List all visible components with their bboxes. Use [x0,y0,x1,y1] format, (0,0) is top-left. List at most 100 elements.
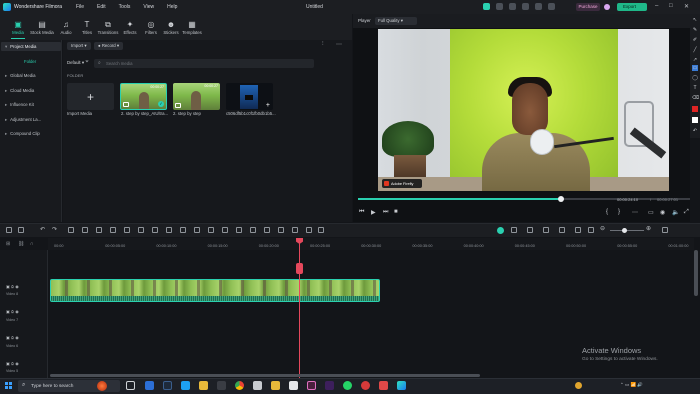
rectangle-icon[interactable]: ▭ [692,65,698,71]
track-controls[interactable]: ▣ ⛭ ◉ [6,335,19,340]
file-explorer-icon[interactable] [199,381,208,390]
notification-icon[interactable] [548,3,555,10]
list-icon[interactable] [559,227,565,233]
menu-file[interactable]: File [76,4,84,10]
add-to-timeline-icon[interactable]: + [266,102,270,109]
add-track-icon[interactable]: ⊞ [6,241,10,247]
tab-templates[interactable]: ▦ Templates [179,20,205,35]
more-tools-icon[interactable] [318,227,324,233]
arrow-icon[interactable]: ↗ [692,57,698,63]
tab-media[interactable]: ▣ Media [5,20,31,35]
filter-icon[interactable]: ⫶ [322,41,324,48]
whatsapp-icon[interactable] [343,381,352,390]
import-button[interactable]: Import ▾ [67,42,91,50]
fit-icon[interactable] [588,227,594,233]
ai-voice-icon[interactable] [575,227,581,233]
motion-icon[interactable] [222,227,228,233]
minimize-icon[interactable]: – [655,3,658,9]
playback-progress-bar[interactable] [358,196,690,202]
track-controls[interactable]: ▣ ⛭ ◉ [6,361,19,366]
settings-icon[interactable] [535,3,542,10]
close-icon[interactable]: ✕ [684,3,689,10]
playhead[interactable] [299,238,300,380]
menu-edit[interactable]: Edit [97,4,106,10]
track-controls[interactable]: ▣ ⛭ ◉ [6,284,19,289]
task-view-icon[interactable] [126,381,135,390]
edge-icon[interactable] [145,381,154,390]
play-icon[interactable]: ▶ [371,209,376,216]
track-controls[interactable]: ▣ ⛭ ◉ [6,309,19,314]
magnet-icon[interactable]: ∩ [30,241,34,247]
share-icon[interactable] [522,3,529,10]
pen-icon[interactable]: ✎ [692,27,698,33]
mark-in-icon[interactable]: { [606,209,608,215]
app-icon[interactable] [253,381,262,390]
taskbar-search-input[interactable]: ⌕ Type here to search [18,380,120,392]
volume-icon[interactable]: 🔈 [672,209,679,216]
sidebar-item-influence-kit[interactable]: ▸ Influence Kit [5,102,34,108]
app-icon[interactable] [325,381,334,390]
store-icon[interactable] [217,381,226,390]
adjust-icon[interactable] [292,227,298,233]
sidebar-item-adjustment-layer[interactable]: ▸ Adjustment La... [5,117,41,123]
text-tool-icon[interactable]: T [692,85,698,91]
grid-icon[interactable] [662,227,668,233]
mask-icon[interactable] [194,227,200,233]
video-clip[interactable] [50,279,380,302]
text-edit-icon[interactable] [110,227,116,233]
split-icon[interactable] [82,227,88,233]
undo-icon[interactable]: ↶ [692,128,698,134]
avatar[interactable] [604,4,610,10]
stop-icon[interactable]: ■ [394,209,398,215]
crop-icon[interactable] [96,227,102,233]
app-icon[interactable] [379,381,388,390]
gift-icon[interactable] [483,3,490,10]
export-button[interactable]: Export [617,3,647,11]
eraser-icon[interactable]: ⌫ [692,95,699,101]
delete-icon[interactable] [68,227,74,233]
stabilize-icon[interactable] [236,227,242,233]
progress-knob[interactable] [557,196,564,202]
sidebar-item-folder[interactable]: Folder [24,59,36,64]
mark-out-icon[interactable]: } [618,209,620,215]
color-red-swatch[interactable] [692,106,698,112]
previous-frame-icon[interactable]: ⏮ [359,209,364,216]
sidebar-item-cloud-media[interactable]: ▸ Cloud Media [5,88,34,94]
transform-icon[interactable] [250,227,256,233]
windows-start-icon[interactable] [5,382,12,389]
menu-help[interactable]: Help [167,4,177,10]
cloud-icon[interactable] [496,3,503,10]
redo-icon[interactable]: ↷ [52,226,57,233]
fullscreen-icon[interactable]: ⤢ [684,209,689,216]
tray-icons[interactable]: ⌃ ▭ 📶 🔊 [620,382,643,388]
filmora-taskbar-icon[interactable] [397,381,406,390]
menu-view[interactable]: View [143,4,154,10]
menu-tools[interactable]: Tools [119,4,131,10]
weather-icon[interactable] [575,382,582,389]
sidebar-item-project-media[interactable]: ▾ Project Media [5,44,36,50]
next-frame-icon[interactable]: ⏭ [383,209,388,216]
marker-icon[interactable] [527,227,533,233]
audio-icon[interactable] [166,227,172,233]
zoom-slider-knob[interactable] [622,228,627,233]
brush-icon[interactable]: ✐ [692,37,698,43]
playhead-marker[interactable] [296,263,303,274]
detach-icon[interactable] [306,227,312,233]
mic-icon[interactable] [543,227,549,233]
horizontal-scrollbar[interactable] [50,374,480,377]
ai-icon[interactable] [180,227,186,233]
sidebar-item-global-media[interactable]: ▸ Global Media [5,73,36,79]
color-icon[interactable] [152,227,158,233]
search-input[interactable]: ⌕ Search media [94,59,314,68]
dual-view-icon[interactable] [18,227,24,233]
video-preview[interactable] [378,29,669,191]
purchase-button[interactable]: Purchase [576,3,600,11]
folder-app-icon[interactable] [271,381,280,390]
undo-icon[interactable]: ↶ [40,226,45,233]
sticker-icon[interactable] [278,227,284,233]
effects-icon[interactable] [264,227,270,233]
keyframe-icon[interactable] [208,227,214,233]
app-icon[interactable] [181,381,190,390]
record-button[interactable]: ● Record ▾ [94,42,124,50]
color-white-swatch[interactable] [692,117,698,123]
